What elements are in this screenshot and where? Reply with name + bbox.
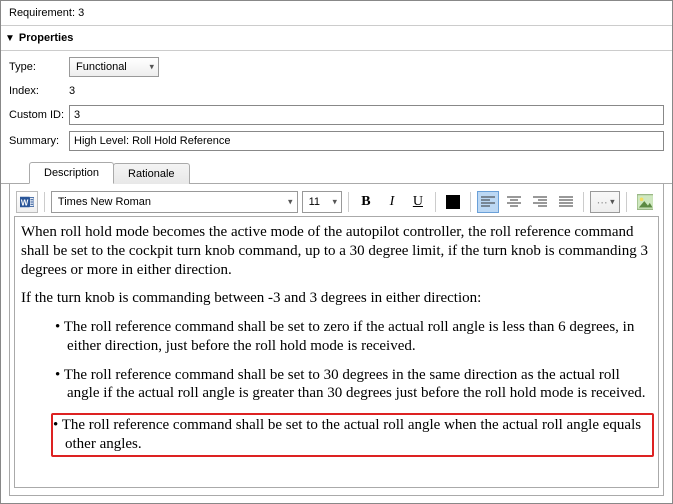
customid-input[interactable]	[69, 105, 664, 125]
align-center-button[interactable]	[503, 191, 525, 213]
list-item: The roll reference command shall be set …	[55, 366, 652, 404]
customid-label: Custom ID:	[9, 109, 69, 121]
type-label: Type:	[9, 61, 69, 73]
rich-text-editor[interactable]: When roll hold mode becomes the active m…	[14, 216, 659, 488]
editor-list: The roll reference command shall be set …	[21, 318, 652, 457]
toolbar-sep	[435, 192, 436, 212]
font-family-select[interactable]: Times New Roman ▾	[51, 191, 298, 213]
insert-image-button[interactable]	[633, 191, 657, 213]
font-family-value: Times New Roman	[58, 196, 151, 208]
tab-body: W Times New Roman ▾ 11 ▾ B I U	[9, 184, 664, 496]
editor-toolbar: W Times New Roman ▾ 11 ▾ B I U	[14, 188, 659, 216]
properties-form: Type: Functional ▾ Index: 3 Custom ID: S…	[1, 51, 672, 155]
list-item: The roll reference command shall be set …	[55, 318, 652, 356]
tab-bar: Description Rationale	[1, 155, 672, 184]
tab-rationale[interactable]: Rationale	[113, 163, 189, 184]
bold-button[interactable]: B	[355, 191, 377, 213]
properties-section-header[interactable]: ▼ Properties	[1, 26, 672, 51]
underline-button[interactable]: U	[407, 191, 429, 213]
font-color-button[interactable]	[442, 191, 464, 213]
index-label: Index:	[9, 85, 69, 97]
list-item-highlighted: The roll reference command shall be set …	[51, 413, 654, 457]
italic-button[interactable]: I	[381, 191, 403, 213]
align-justify-button[interactable]	[555, 191, 577, 213]
requirement-title: Requirement: 3	[9, 7, 84, 19]
toolbar-sep	[348, 192, 349, 212]
editor-paragraph: When roll hold mode becomes the active m…	[21, 223, 652, 279]
tab-description-label: Description	[44, 167, 99, 179]
font-size-select[interactable]: 11 ▾	[302, 191, 342, 213]
toolbar-sep	[470, 192, 471, 212]
word-icon[interactable]: W	[16, 191, 38, 213]
tab-rationale-label: Rationale	[128, 168, 174, 180]
index-value: 3	[69, 83, 75, 99]
chevron-down-icon: ▾	[288, 197, 293, 208]
requirement-header: Requirement: 3	[1, 1, 672, 26]
summary-input[interactable]	[69, 131, 664, 151]
color-swatch-icon	[446, 195, 460, 209]
toolbar-sep	[583, 192, 584, 212]
paragraph-style-select[interactable]: ⋯ ▾	[590, 191, 620, 213]
tab-description[interactable]: Description	[29, 162, 114, 184]
type-select[interactable]: Functional ▾	[69, 57, 159, 77]
svg-text:W: W	[21, 199, 29, 208]
summary-label: Summary:	[9, 135, 69, 147]
editor-paragraph: If the turn knob is commanding between -…	[21, 289, 652, 308]
chevron-down-icon: ▾	[610, 197, 615, 208]
properties-label: Properties	[19, 32, 73, 44]
toolbar-sep	[626, 192, 627, 212]
paragraph-style-value: ⋯	[597, 196, 608, 209]
chevron-down-icon: ▾	[149, 62, 154, 73]
chevron-down-icon: ▾	[332, 197, 337, 208]
caret-down-icon: ▼	[5, 33, 15, 44]
type-select-value: Functional	[76, 61, 127, 73]
toolbar-sep	[44, 192, 45, 212]
font-size-value: 11	[309, 196, 320, 208]
align-left-button[interactable]	[477, 191, 499, 213]
align-right-button[interactable]	[529, 191, 551, 213]
